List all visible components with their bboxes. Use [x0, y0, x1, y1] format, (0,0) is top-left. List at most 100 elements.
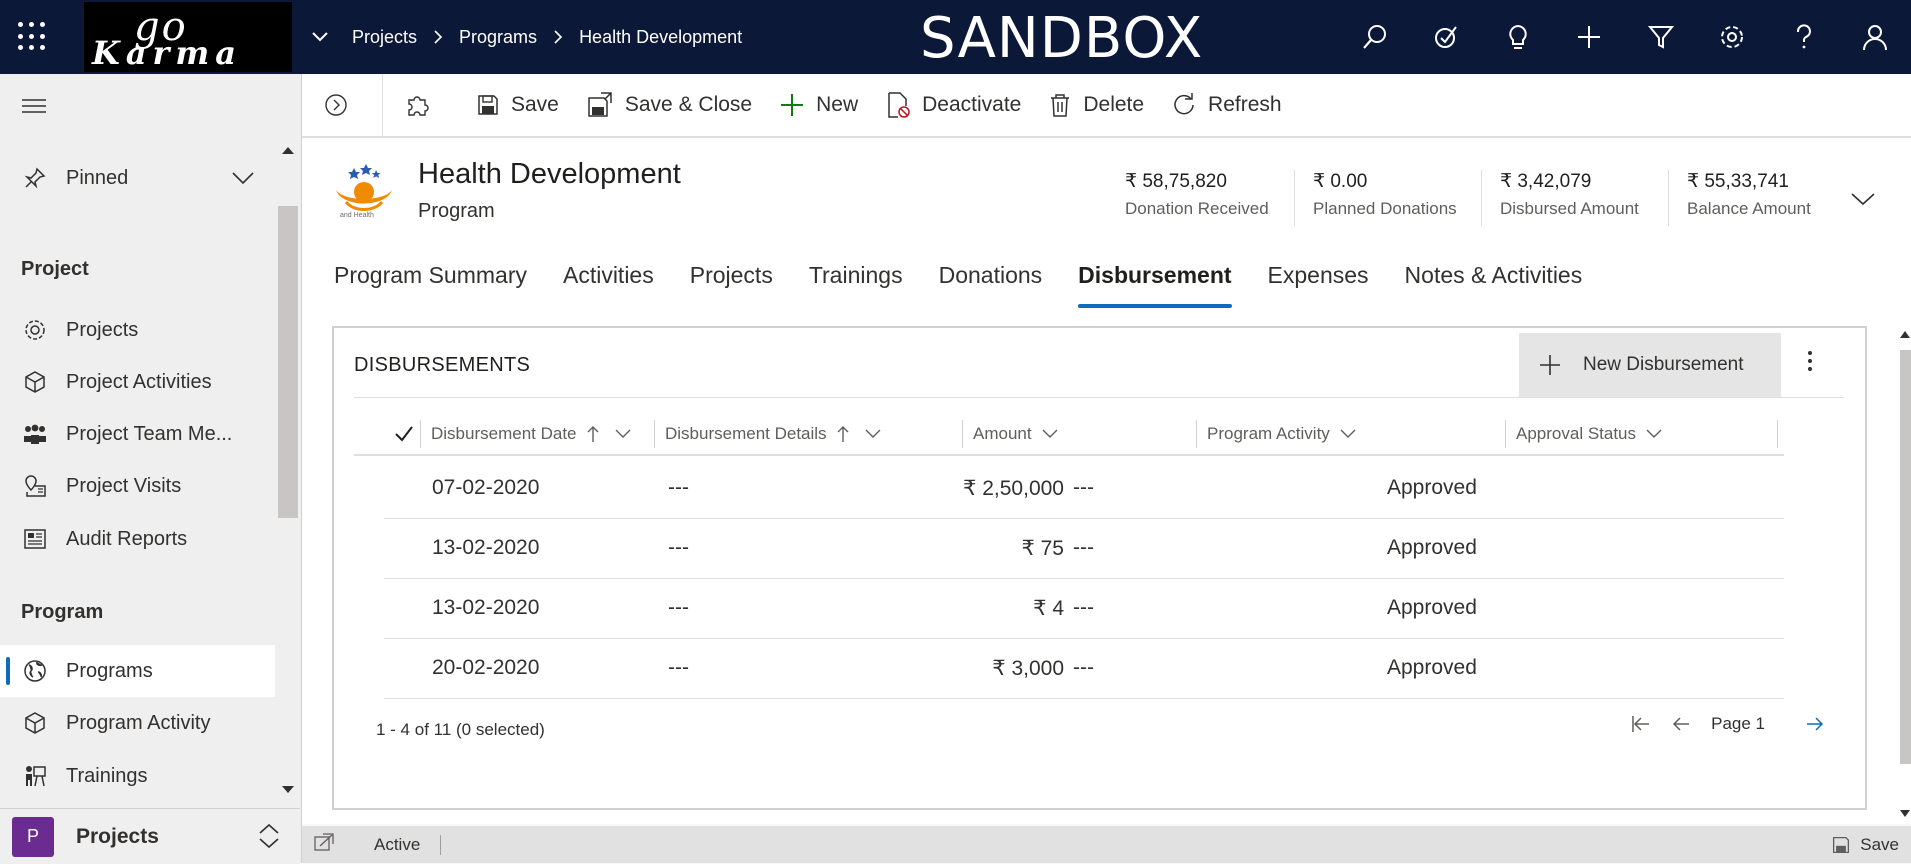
cell-approval-status: Approved: [1387, 596, 1477, 620]
deactivate-button[interactable]: Deactivate: [872, 74, 1035, 136]
chevron-down-icon: [865, 429, 881, 439]
column-header-amount[interactable]: Amount: [962, 420, 1196, 448]
puzzle-icon: [405, 93, 429, 117]
tab-donations[interactable]: Donations: [939, 262, 1043, 312]
delete-button[interactable]: Delete: [1035, 74, 1158, 136]
metric-value: ₹ 58,75,820: [1125, 170, 1269, 193]
more-options-icon[interactable]: [1807, 350, 1813, 377]
sidebar-item-programs[interactable]: Programs: [0, 645, 275, 697]
breadcrumb-programs[interactable]: Programs: [459, 27, 537, 48]
user-icon[interactable]: [1840, 0, 1911, 74]
column-header-disbursement-details[interactable]: Disbursement Details: [654, 420, 962, 448]
table-row[interactable]: 13-02-2020 --- ₹ 4 --- Approved: [384, 578, 1784, 639]
next-page-icon[interactable]: [1805, 715, 1825, 733]
content-scrollbar[interactable]: [1898, 326, 1911, 824]
sidebar-item-project-visits[interactable]: Project Visits: [0, 460, 275, 512]
sidebar-item-project-team-members[interactable]: Project Team Me...: [0, 408, 275, 460]
metric-donation-received: ₹ 58,75,820 Donation Received: [1107, 170, 1269, 226]
sidebar-item-projects[interactable]: Projects: [0, 304, 275, 356]
scroll-up-arrow-icon[interactable]: [1900, 330, 1910, 338]
refresh-button[interactable]: Refresh: [1158, 74, 1296, 136]
table-row[interactable]: 13-02-2020 --- ₹ 75 --- Approved: [384, 518, 1784, 579]
tab-activities[interactable]: Activities: [563, 262, 654, 312]
area-label: Projects: [76, 825, 159, 849]
cell-amount: ₹ 4: [1033, 596, 1064, 621]
new-button[interactable]: New: [766, 74, 872, 136]
plus-icon[interactable]: [1554, 0, 1626, 74]
deactivate-label: Deactivate: [922, 93, 1021, 117]
sort-ascending-icon: [837, 425, 849, 443]
scroll-up-arrow-icon[interactable]: [282, 146, 294, 154]
app-launcher-icon[interactable]: [18, 22, 48, 52]
chevron-down-icon[interactable]: [232, 168, 254, 191]
open-in-new-window-icon[interactable]: [314, 833, 334, 856]
sidebar-item-label: Project Visits: [66, 475, 181, 498]
sidebar-item-audit-reports[interactable]: Audit Reports: [0, 513, 275, 565]
chevron-down-icon: [1042, 429, 1058, 439]
deactivate-icon: [886, 92, 910, 118]
sidebar-item-trainings[interactable]: Trainings: [0, 750, 275, 802]
save-and-close-button[interactable]: Save & Close: [573, 74, 766, 136]
tab-notes-activities[interactable]: Notes & Activities: [1405, 262, 1583, 312]
scrollbar-thumb[interactable]: [1900, 350, 1911, 764]
sidebar-item-label: Projects: [66, 319, 138, 342]
column-header-label: Disbursement Date: [431, 424, 577, 444]
settings-icon[interactable]: [1697, 0, 1769, 74]
area-switcher[interactable]: P Projects: [0, 808, 300, 864]
disbursements-subgrid: DISBURSEMENTS New Disbursement Disbursem…: [332, 326, 1867, 810]
tab-expenses[interactable]: Expenses: [1268, 262, 1369, 312]
table-row[interactable]: 20-02-2020 --- ₹ 3,000 --- Approved: [384, 638, 1784, 699]
sidebar-item-project-activities[interactable]: Project Activities: [0, 356, 275, 408]
save-icon: [477, 94, 499, 116]
expand-button[interactable]: [302, 74, 383, 136]
sidebar-item-program-activity[interactable]: Program Activity: [0, 697, 275, 749]
search-icon[interactable]: [1339, 0, 1411, 74]
save-button[interactable]: Save: [463, 74, 573, 136]
scrollbar-thumb[interactable]: [278, 206, 298, 518]
refresh-icon: [1172, 93, 1196, 117]
sidebar-pinned[interactable]: Pinned: [0, 152, 275, 204]
cell-disbursement-date: 13-02-2020: [432, 596, 539, 620]
table-row[interactable]: 07-02-2020 --- ₹ 2,50,000 --- Approved: [384, 458, 1784, 519]
breadcrumb-projects[interactable]: Projects: [352, 27, 417, 48]
metric-label: Donation Received: [1125, 199, 1269, 219]
pin-icon: [20, 163, 50, 193]
puzzle-button[interactable]: [383, 74, 463, 136]
cell-disbursement-details: ---: [668, 536, 689, 560]
tab-trainings[interactable]: Trainings: [809, 262, 903, 312]
previous-page-icon[interactable]: [1671, 715, 1691, 733]
hamburger-menu-icon[interactable]: [22, 98, 46, 119]
sidebar-item-label: Trainings: [66, 765, 148, 788]
new-disbursement-button[interactable]: New Disbursement: [1519, 333, 1781, 397]
tab-program-summary[interactable]: Program Summary: [334, 262, 527, 312]
plus-icon: [780, 93, 804, 117]
first-page-icon[interactable]: [1631, 715, 1651, 733]
expand-header-chevron-icon[interactable]: [1851, 192, 1875, 211]
breadcrumb: Projects Programs Health Development: [352, 0, 742, 74]
gokarma-logo[interactable]: go Karma: [84, 2, 292, 72]
lightbulb-icon[interactable]: [1482, 0, 1554, 74]
program-logo: and Health: [332, 160, 396, 230]
area-badge: P: [12, 817, 54, 857]
chevron-down-icon[interactable]: [310, 26, 330, 51]
tab-content: DISBURSEMENTS New Disbursement Disbursem…: [302, 310, 1911, 824]
cell-disbursement-date: 13-02-2020: [432, 536, 539, 560]
chevron-up-down-icon[interactable]: [258, 823, 280, 854]
metric-value: ₹ 3,42,079: [1500, 170, 1639, 193]
scroll-down-arrow-icon[interactable]: [282, 786, 294, 794]
scroll-down-arrow-icon[interactable]: [1900, 810, 1910, 818]
sidebar-scrollbar[interactable]: [278, 146, 298, 786]
column-header-disbursement-date[interactable]: Disbursement Date: [420, 420, 654, 448]
metric-label: Balance Amount: [1687, 199, 1811, 219]
tab-projects[interactable]: Projects: [690, 262, 773, 312]
filter-icon[interactable]: [1625, 0, 1697, 74]
column-header-approval-status[interactable]: Approval Status: [1505, 420, 1778, 448]
tab-disbursement[interactable]: Disbursement: [1078, 262, 1231, 312]
status-save-button[interactable]: Save: [1832, 835, 1899, 855]
column-header-program-activity[interactable]: Program Activity: [1196, 420, 1505, 448]
task-icon[interactable]: [1411, 0, 1483, 74]
save-close-label: Save & Close: [625, 93, 752, 117]
help-icon[interactable]: [1768, 0, 1840, 74]
record-count: 1 - 4 of 11 (0 selected): [376, 720, 545, 740]
select-all-checkbox[interactable]: [354, 425, 420, 443]
